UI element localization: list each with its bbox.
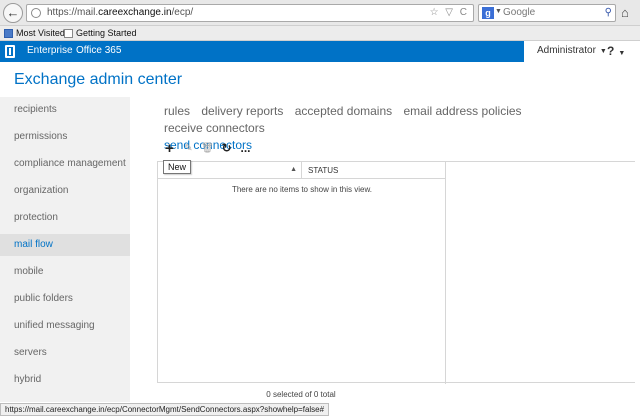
action-toolbar: + ✎ 🗑 ↻ ...	[160, 140, 255, 157]
office-top-bar: Enterprise Office 365 Administrator ▼ ? ▼	[0, 41, 640, 62]
search-input[interactable]	[503, 7, 593, 18]
help-icon: ?	[607, 44, 615, 58]
connectors-list: ▲ STATUS There are no items to show in t…	[157, 161, 635, 384]
empty-list-message: There are no items to show in this view.	[231, 185, 373, 194]
tab-delivery-reports[interactable]: delivery reports	[201, 104, 283, 118]
selection-count: 0 selected of 0 total	[266, 390, 336, 399]
user-name: Administrator	[537, 45, 596, 56]
top-bar-blue-area: Enterprise Office 365	[0, 41, 524, 62]
edit-icon[interactable]: ✎	[179, 143, 198, 154]
browser-status-url: https://mail.careexchange.in/ecp/Connect…	[0, 403, 330, 416]
details-pane-divider	[445, 162, 446, 384]
back-arrow-icon[interactable]: ←	[3, 3, 23, 23]
chevron-down-icon: ▼	[618, 50, 626, 57]
help-menu[interactable]: ? ▼	[607, 44, 625, 58]
left-navigation: recipients permissions compliance manage…	[0, 97, 130, 402]
nav-item-mail-flow[interactable]: mail flow	[0, 234, 130, 256]
tab-accepted-domains[interactable]: accepted domains	[295, 104, 392, 118]
add-icon[interactable]: +	[160, 140, 179, 157]
bookmark-getting-started[interactable]: Getting Started	[64, 28, 137, 38]
bookmark-star-icon[interactable]: ☆ ▽ C	[430, 7, 469, 18]
user-menu[interactable]: Administrator ▼	[537, 45, 607, 56]
nav-item-public-folders[interactable]: public folders	[0, 288, 130, 310]
office-logo-icon[interactable]	[5, 45, 15, 58]
bookmarks-bar: Most Visited Getting Started	[0, 26, 640, 41]
refresh-icon[interactable]: ↻	[217, 141, 236, 155]
nav-item-recipients[interactable]: recipients	[0, 99, 130, 121]
tab-rules[interactable]: rules	[164, 104, 190, 118]
nav-item-hybrid[interactable]: hybrid	[0, 369, 130, 391]
globe-icon	[31, 8, 41, 18]
nav-item-mobile[interactable]: mobile	[0, 261, 130, 283]
home-icon[interactable]: ⌂	[621, 5, 629, 20]
bookmark-page-icon	[64, 28, 73, 38]
new-tooltip: New	[163, 160, 192, 174]
search-icon[interactable]: ⚲	[605, 7, 612, 18]
google-logo-icon[interactable]: g	[482, 7, 494, 19]
tab-email-address-policies[interactable]: email address policies	[403, 104, 521, 118]
bookmark-folder-icon	[4, 28, 13, 38]
nav-item-unified-messaging[interactable]: unified messaging	[0, 315, 130, 337]
bookmark-label: Most Visited	[16, 28, 65, 38]
search-box[interactable]: g ▼ ⚲	[478, 4, 616, 22]
nav-item-permissions[interactable]: permissions	[0, 126, 130, 148]
bookmark-most-visited[interactable]: Most Visited	[4, 28, 65, 38]
nav-item-compliance-management[interactable]: compliance management	[0, 153, 130, 175]
browser-toolbar: ← https://mail.careexchange.in/ecp/ ☆ ▽ …	[0, 0, 640, 26]
nav-item-servers[interactable]: servers	[0, 342, 130, 364]
tab-receive-connectors[interactable]: receive connectors	[164, 121, 265, 135]
nav-item-protection[interactable]: protection	[0, 207, 130, 229]
nav-item-organization[interactable]: organization	[0, 180, 130, 202]
address-bar[interactable]: https://mail.careexchange.in/ecp/ ☆ ▽ C	[26, 4, 474, 22]
engine-dropdown-icon[interactable]: ▼	[495, 8, 502, 15]
more-icon[interactable]: ...	[236, 141, 255, 155]
delete-icon[interactable]: 🗑	[198, 143, 217, 154]
bookmark-label: Getting Started	[76, 28, 137, 38]
list-header: ▲ STATUS	[158, 162, 446, 179]
tab-enterprise[interactable]: Enterprise	[27, 45, 73, 56]
chevron-down-icon: ▼	[599, 48, 607, 55]
column-header-status[interactable]: STATUS	[308, 166, 338, 175]
address-url: https://mail.careexchange.in/ecp/	[47, 7, 194, 18]
sort-ascending-icon: ▲	[290, 166, 297, 173]
tab-office-365[interactable]: Office 365	[76, 45, 121, 56]
page-title: Exchange admin center	[14, 71, 183, 88]
